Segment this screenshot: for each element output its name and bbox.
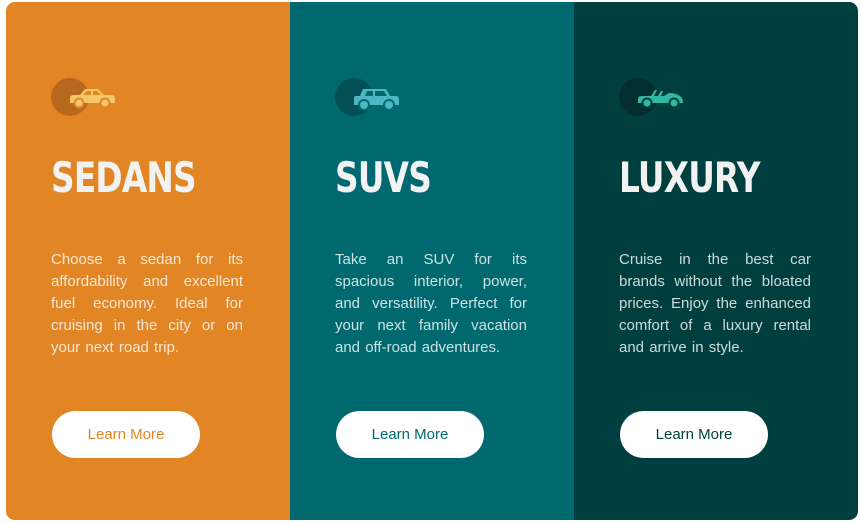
learn-more-button-luxury[interactable]: Learn More [620, 411, 768, 458]
card-luxury: LUXURY Cruise in the best car brands wit… [574, 2, 858, 520]
card-sedans: SEDANS Choose a sedan for its affordabil… [6, 2, 290, 520]
luxury-car-icon [638, 90, 683, 109]
learn-more-button-sedans[interactable]: Learn More [52, 411, 200, 458]
card-description: Take an SUV for its spacious interior, p… [335, 251, 527, 356]
sedan-icon-container [51, 78, 115, 118]
card-description: Choose a sedan for its affordability and… [51, 251, 243, 356]
car-category-cards: SEDANS Choose a sedan for its affordabil… [6, 2, 858, 520]
suv-car-icon [354, 89, 399, 111]
card-description: Cruise in the best car brands without th… [619, 251, 811, 356]
luxury-icon-container [619, 78, 683, 118]
card-title: SUVS [335, 153, 432, 202]
card-title: LUXURY [619, 153, 760, 202]
card-suvs: SUVS Take an SUV for its spacious interi… [290, 2, 574, 520]
sedan-car-icon [70, 89, 115, 109]
suv-icon-container [335, 78, 399, 118]
learn-more-button-suvs[interactable]: Learn More [336, 411, 484, 458]
card-title: SEDANS [51, 153, 197, 202]
